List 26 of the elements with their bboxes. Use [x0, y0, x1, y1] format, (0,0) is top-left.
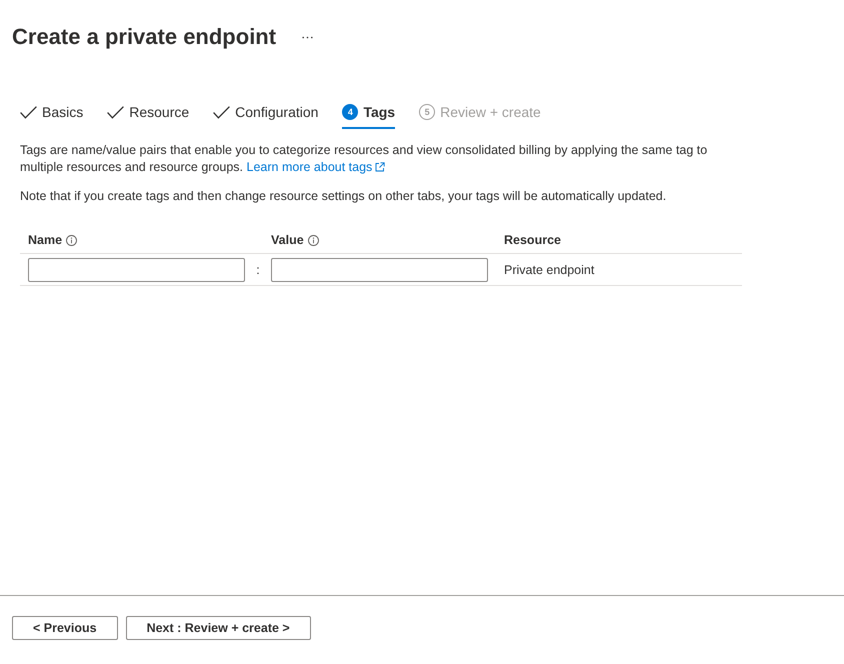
- table-cell-text: Private endpoint: [503, 262, 596, 276]
- tab[interactable]: Basics: [20, 104, 84, 129]
- input-field[interactable]: [28, 258, 245, 282]
- step-number: 4: [342, 104, 358, 120]
- more-icon[interactable]: [302, 36, 314, 38]
- input-field[interactable]: [271, 258, 488, 282]
- nav-button[interactable]: Next : Review + create >: [126, 616, 311, 640]
- check-icon: [20, 106, 37, 118]
- tab[interactable]: Resource: [107, 104, 190, 129]
- step-number: 5: [419, 104, 436, 120]
- note-text: Note that if you create tags and then change resource settings on other tabs, your tags will be automatically updated.: [20, 188, 668, 205]
- info-icon[interactable]: [308, 234, 319, 246]
- intro-text: Tags are name/value pairs that enable you to categorize resources and view consolidated billing by applying the same tag to multiple resources and resource groups. Learn more about tags: [20, 142, 708, 176]
- page-title: Create a private endpoint: [12, 23, 276, 51]
- tab[interactable]: Configuration: [213, 104, 318, 129]
- tab[interactable]: 4 Tags: [342, 104, 396, 129]
- learn-more-link[interactable]: Learn more about tags: [246, 160, 386, 174]
- column-header: Value: [271, 233, 304, 247]
- check-icon: [107, 106, 124, 118]
- external-link-icon: [375, 162, 386, 172]
- check-icon: [213, 106, 230, 118]
- separator-text: :: [255, 262, 261, 276]
- column-header: Name: [28, 233, 62, 247]
- nav-button[interactable]: < Previous: [12, 616, 118, 640]
- info-icon[interactable]: [66, 234, 78, 246]
- column-header: Resource: [504, 233, 561, 247]
